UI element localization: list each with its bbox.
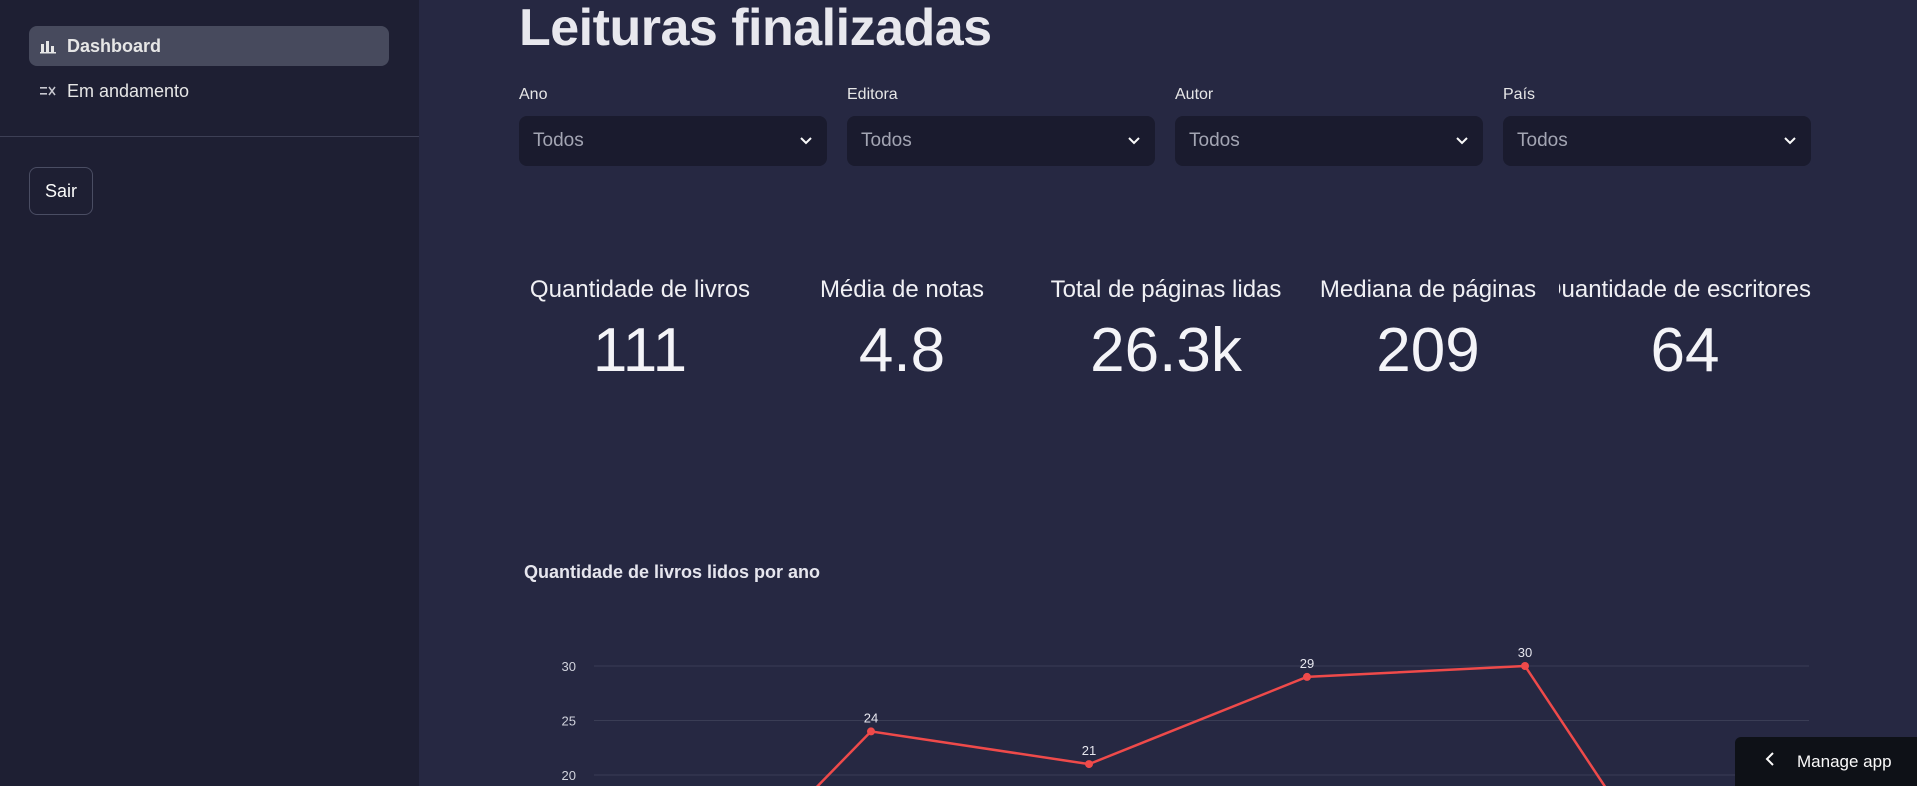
sidebar-item-em-andamento[interactable]: Em andamento bbox=[29, 71, 389, 111]
data-label: 24 bbox=[864, 710, 878, 725]
filter-label: Editora bbox=[847, 86, 898, 103]
metric-value: 4.8 bbox=[858, 316, 946, 385]
sidebar-item-label: Dashboard bbox=[67, 35, 162, 56]
select-value: Todos bbox=[861, 130, 912, 151]
y-tick-label: 20 bbox=[562, 768, 576, 783]
line-chart: 20 25 30 24 21 29 30 bbox=[562, 645, 1809, 786]
data-label: 30 bbox=[1518, 645, 1532, 660]
select-value: Todos bbox=[1517, 130, 1568, 151]
data-point[interactable] bbox=[867, 727, 875, 736]
filter-ano-select[interactable]: Todos bbox=[519, 116, 827, 166]
chevron-down-icon bbox=[1455, 130, 1469, 152]
metric-mediana-paginas: Mediana de páginas 209 bbox=[1297, 272, 1559, 386]
metric-value: 209 bbox=[1376, 316, 1480, 385]
data-point[interactable] bbox=[1521, 662, 1529, 670]
metric-media-notas: Média de notas 4.8 bbox=[771, 272, 1033, 386]
sidebar: Dashboard Em andamento Sair bbox=[0, 0, 419, 786]
filter-label: País bbox=[1503, 86, 1536, 103]
chevron-left-icon bbox=[1765, 750, 1775, 773]
logout-button[interactable]: Sair bbox=[29, 167, 93, 215]
select-value: Todos bbox=[533, 130, 584, 151]
metric-label: Quantidade de livros bbox=[529, 276, 751, 303]
metric-quantidade-escritores: Quantidade de escritores 64 bbox=[1559, 272, 1811, 386]
filter-pais: País Todos bbox=[1503, 86, 1811, 166]
y-tick-label: 25 bbox=[562, 714, 576, 729]
page-title: Leituras finalizadas bbox=[519, 0, 992, 57]
filter-editora-select[interactable]: Todos bbox=[847, 116, 1155, 166]
metric-label: Total de páginas lidas bbox=[1050, 276, 1282, 303]
series-line bbox=[815, 664, 1607, 786]
metric-total-paginas: Total de páginas lidas 26.3k bbox=[1035, 272, 1297, 386]
metric-value: 64 bbox=[1650, 316, 1720, 385]
metric-value: 26.3k bbox=[1090, 316, 1242, 385]
manage-app-label: Manage app bbox=[1797, 751, 1892, 771]
filter-ano: Ano Todos bbox=[519, 86, 827, 166]
sidebar-item-dashboard[interactable]: Dashboard bbox=[29, 26, 389, 66]
filter-editora: Editora Todos bbox=[847, 86, 1155, 166]
manage-app-button[interactable]: Manage app bbox=[1735, 737, 1917, 786]
sidebar-item-label: Em andamento bbox=[67, 80, 190, 101]
filter-pais-select[interactable]: Todos bbox=[1503, 116, 1811, 166]
select-value: Todos bbox=[1189, 130, 1240, 151]
filter-autor: Autor Todos bbox=[1175, 86, 1483, 166]
chevron-down-icon bbox=[1783, 130, 1797, 152]
metric-quantidade-livros: Quantidade de livros 111 bbox=[509, 272, 771, 386]
chart-title: Quantidade de livros lidos por ano bbox=[524, 562, 821, 582]
data-point[interactable] bbox=[1085, 760, 1093, 769]
data-label: 21 bbox=[1082, 743, 1096, 758]
filter-label: Ano bbox=[519, 86, 548, 103]
bar-chart-icon bbox=[40, 38, 56, 54]
filter-autor-select[interactable]: Todos bbox=[1175, 116, 1483, 166]
chevron-down-icon bbox=[799, 130, 813, 152]
metric-label: Quantidade de escritores bbox=[1559, 276, 1811, 303]
metric-label: Mediana de páginas bbox=[1319, 276, 1537, 303]
checklist-icon bbox=[40, 83, 56, 99]
y-tick-label: 30 bbox=[562, 659, 576, 674]
data-point[interactable] bbox=[1303, 672, 1311, 681]
metric-value: 111 bbox=[592, 316, 688, 385]
sidebar-divider bbox=[0, 136, 419, 137]
chevron-down-icon bbox=[1127, 130, 1141, 152]
filter-label: Autor bbox=[1175, 86, 1214, 103]
metric-label: Média de notas bbox=[819, 276, 985, 303]
data-label: 29 bbox=[1300, 656, 1314, 671]
